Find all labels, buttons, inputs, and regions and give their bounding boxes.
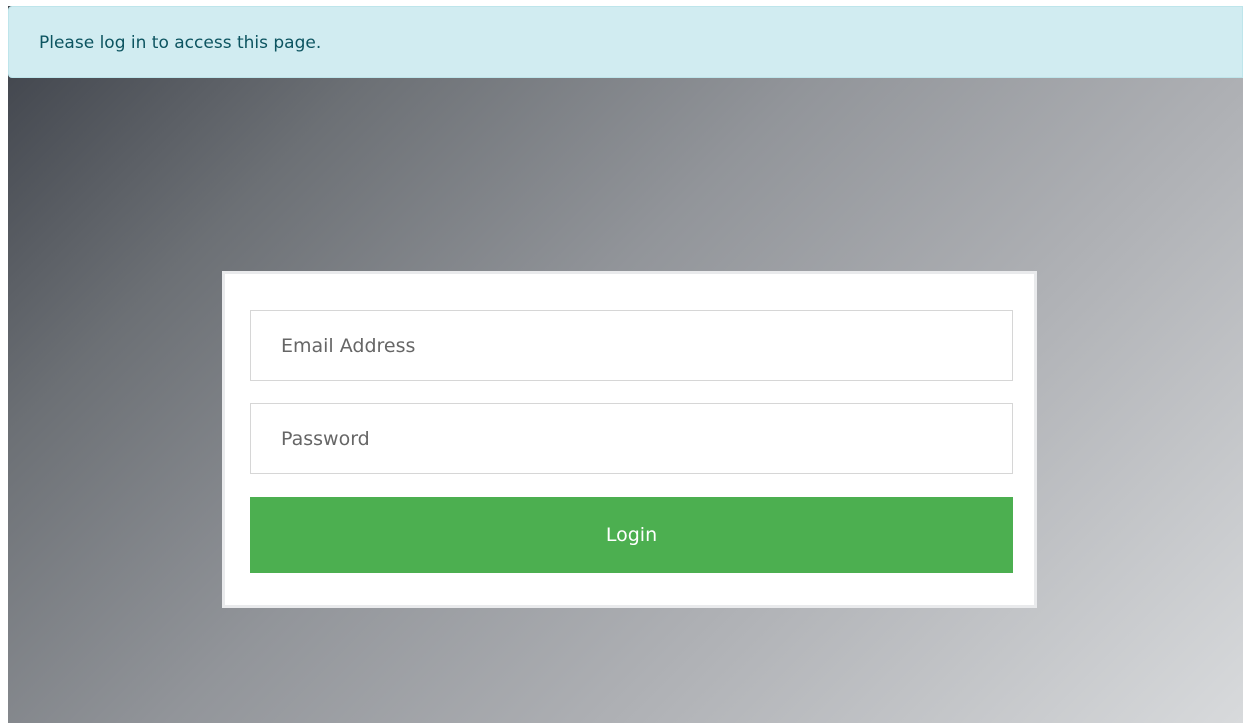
alert-message: Please log in to access this page. xyxy=(39,33,322,53)
email-field[interactable] xyxy=(250,310,1013,381)
login-required-alert: Please log in to access this page. xyxy=(8,6,1243,78)
login-form: Login xyxy=(222,271,1037,608)
login-button[interactable]: Login xyxy=(250,497,1013,573)
password-field[interactable] xyxy=(250,403,1013,474)
page-background: Please log in to access this page. Login xyxy=(8,6,1243,723)
